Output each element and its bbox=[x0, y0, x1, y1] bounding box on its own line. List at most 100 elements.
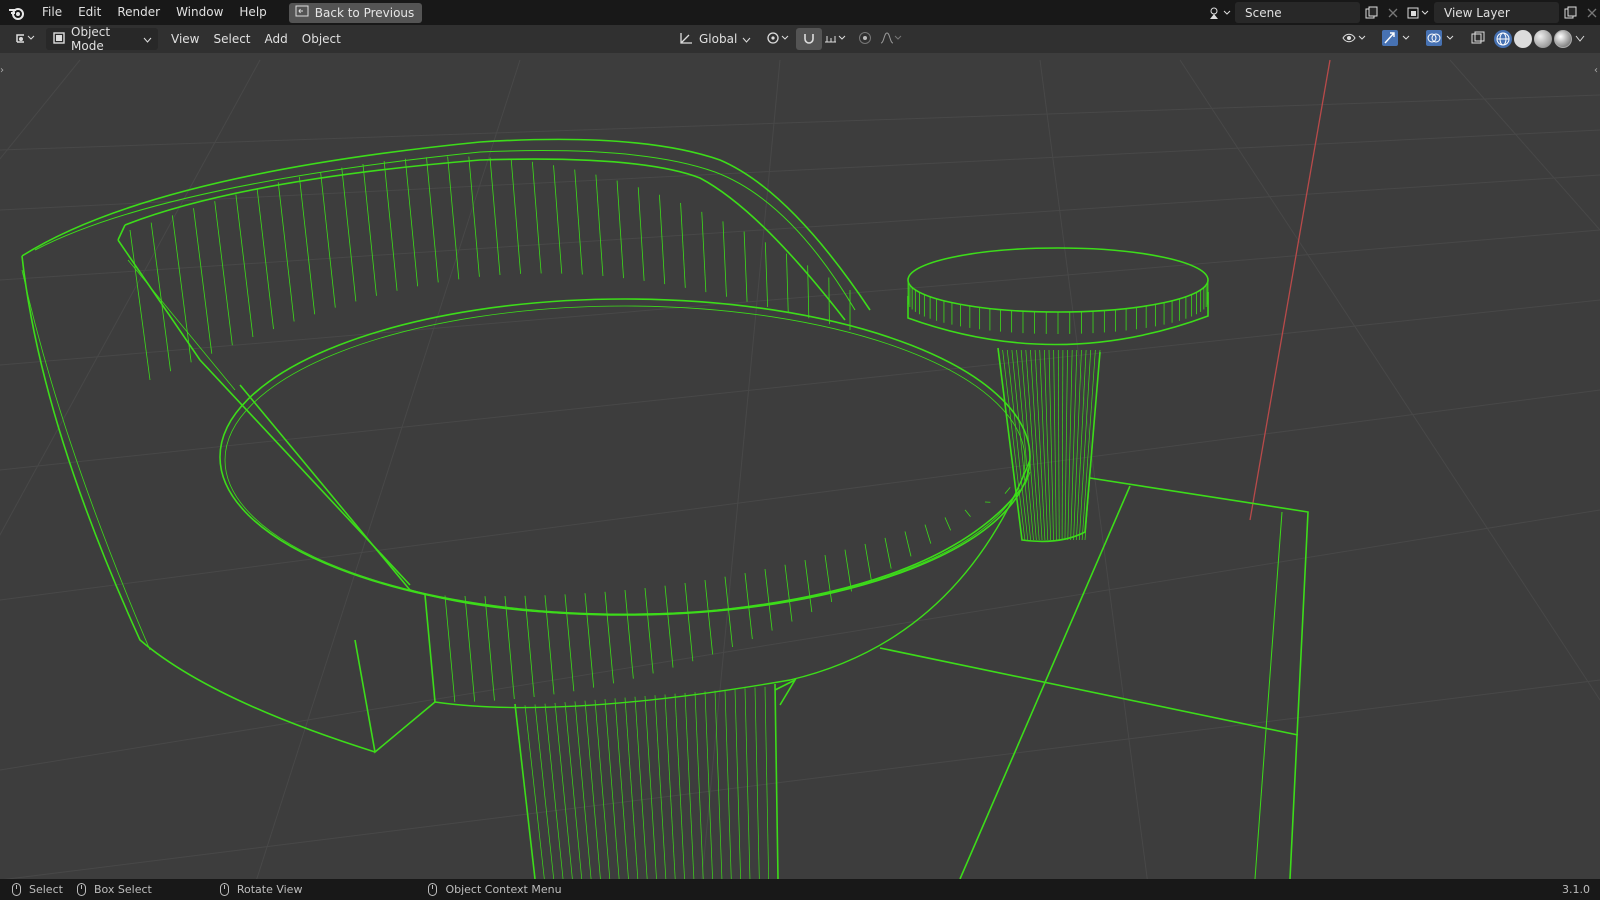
wire-edge bbox=[1057, 349, 1060, 541]
menu-file[interactable]: File bbox=[34, 0, 70, 25]
status-box-select-label: Box Select bbox=[93, 883, 152, 896]
overlay-icon bbox=[1426, 29, 1458, 49]
wire-edge bbox=[534, 704, 555, 879]
scene-name-field[interactable]: Scene bbox=[1235, 2, 1360, 23]
object-mode-dropdown[interactable]: Object Mode bbox=[46, 25, 158, 53]
wire-edge bbox=[634, 696, 648, 879]
menu-select[interactable]: Select bbox=[206, 32, 257, 46]
menu-window[interactable]: Window bbox=[168, 0, 231, 25]
view-layer-selector: View Layer bbox=[1404, 2, 1600, 23]
copy-icon[interactable] bbox=[1360, 2, 1382, 23]
chevron-down-icon bbox=[143, 32, 152, 46]
wire-edge bbox=[764, 569, 773, 631]
wire-edge bbox=[447, 156, 460, 280]
wireframe-shading-icon[interactable] bbox=[1494, 30, 1512, 48]
wire-edge bbox=[944, 517, 952, 531]
rendered-shading-icon[interactable] bbox=[1554, 30, 1572, 48]
solid-shading-icon[interactable] bbox=[1514, 30, 1532, 48]
editor-type-button[interactable] bbox=[8, 28, 42, 50]
status-bar: Select Box Select Rotate View Object Con… bbox=[0, 879, 1600, 900]
wire-edge bbox=[383, 160, 398, 291]
editor-type-icon bbox=[14, 31, 36, 48]
overlay-dropdown[interactable] bbox=[1420, 28, 1464, 50]
view-layer-name-field[interactable]: View Layer bbox=[1434, 2, 1559, 23]
wire-edge bbox=[595, 174, 604, 277]
status-select: Select bbox=[12, 883, 63, 896]
wire-edge bbox=[744, 688, 751, 879]
mouse-middle-icon bbox=[219, 883, 229, 896]
wire-edge bbox=[574, 701, 592, 879]
wire-edge bbox=[884, 537, 892, 569]
wire-edge bbox=[584, 593, 595, 688]
wire-edge bbox=[489, 157, 501, 276]
wire-edge bbox=[150, 222, 171, 372]
snap-icon bbox=[802, 31, 816, 48]
shading-modes bbox=[1494, 28, 1586, 50]
wire-edge bbox=[235, 194, 254, 338]
toolbar-expand-icon[interactable]: › bbox=[0, 65, 4, 76]
menu-help[interactable]: Help bbox=[231, 0, 274, 25]
menu-add[interactable]: Add bbox=[258, 32, 295, 46]
back-to-previous-button[interactable]: Back to Previous bbox=[288, 2, 423, 23]
blender-logo-icon[interactable] bbox=[0, 0, 34, 25]
wire-edge bbox=[786, 253, 789, 313]
wire-edge bbox=[637, 187, 645, 281]
wire-edge bbox=[784, 564, 793, 622]
status-select-label: Select bbox=[29, 883, 63, 896]
wire-edge bbox=[743, 231, 748, 302]
sidebar-expand-icon[interactable]: ‹ bbox=[1594, 65, 1598, 76]
menu-edit[interactable]: Edit bbox=[70, 0, 109, 25]
wire-edge bbox=[594, 699, 611, 879]
wire-edge bbox=[684, 582, 694, 662]
version-label: 3.1.0 bbox=[1562, 883, 1590, 896]
wire-edge bbox=[424, 594, 436, 703]
wire-edge bbox=[510, 159, 521, 274]
wire-edge bbox=[654, 695, 667, 879]
back-to-previous-label: Back to Previous bbox=[314, 5, 415, 20]
status-rotate-view-label: Rotate View bbox=[236, 883, 303, 896]
menu-object[interactable]: Object bbox=[295, 32, 348, 46]
wire-edge bbox=[129, 229, 151, 381]
wire-edge bbox=[644, 587, 654, 674]
pivot-icon bbox=[766, 31, 790, 48]
pivot-point-dropdown[interactable] bbox=[760, 28, 796, 50]
copy-icon[interactable] bbox=[1559, 2, 1581, 23]
wire-edge bbox=[674, 693, 685, 879]
wire-edge bbox=[554, 702, 573, 879]
wire-edge bbox=[724, 576, 733, 648]
menu-view[interactable]: View bbox=[164, 32, 206, 46]
snap-target-dropdown[interactable] bbox=[818, 28, 854, 50]
material-shading-icon[interactable] bbox=[1534, 30, 1552, 48]
floor-grid bbox=[0, 59, 1600, 879]
chevron-down-icon[interactable] bbox=[1574, 32, 1586, 46]
wire-edge bbox=[544, 703, 564, 879]
mouse-left-icon bbox=[12, 883, 21, 896]
wire-edge bbox=[616, 180, 624, 279]
xray-toggle[interactable] bbox=[1464, 28, 1492, 50]
object-mode-icon bbox=[52, 31, 66, 48]
gizmo-dropdown[interactable] bbox=[1376, 28, 1420, 50]
viewport-header: Object Mode View Select Add Object Globa… bbox=[0, 25, 1600, 53]
wire-edge bbox=[1073, 349, 1082, 541]
visibility-dropdown[interactable] bbox=[1336, 28, 1374, 50]
xray-icon bbox=[1470, 30, 1486, 49]
menu-render[interactable]: Render bbox=[109, 0, 168, 25]
wire-edge bbox=[1084, 349, 1101, 541]
wire-edge bbox=[904, 531, 912, 557]
scene-icon[interactable] bbox=[1205, 2, 1235, 23]
close-icon[interactable] bbox=[1581, 2, 1600, 23]
wire-edge bbox=[664, 694, 676, 879]
3d-viewport[interactable]: › ‹ bbox=[0, 53, 1600, 879]
wire-edge bbox=[320, 171, 336, 308]
wire-edge bbox=[680, 202, 686, 288]
wire-edge bbox=[514, 705, 536, 879]
transform-orientation-dropdown[interactable]: Global bbox=[672, 28, 757, 50]
wire-edge bbox=[468, 156, 480, 277]
wire-edge bbox=[704, 579, 714, 655]
wire-edge bbox=[701, 211, 707, 293]
view-layer-icon[interactable] bbox=[1404, 2, 1434, 23]
status-context-menu-label: Object Context Menu bbox=[445, 883, 562, 896]
wire-edge bbox=[1061, 349, 1064, 541]
falloff-dropdown[interactable] bbox=[874, 28, 910, 50]
close-icon[interactable] bbox=[1382, 2, 1404, 23]
